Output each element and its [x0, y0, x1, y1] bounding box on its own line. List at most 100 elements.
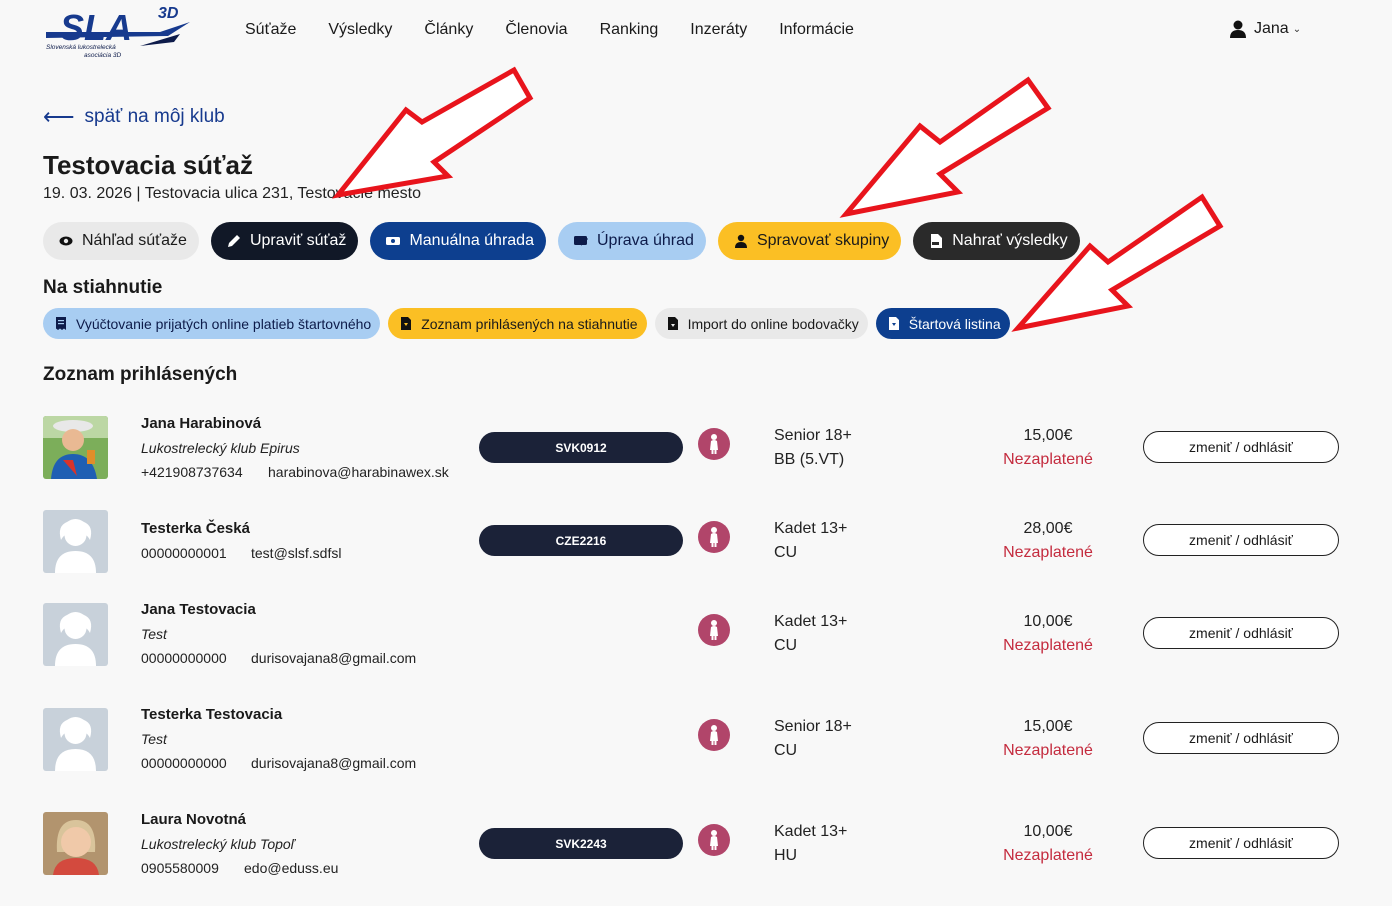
participant-fee: 10,00€ Nezaplatené	[960, 820, 1136, 868]
annotation-arrow	[1011, 193, 1224, 332]
female-icon	[698, 614, 730, 646]
manage-groups-button[interactable]: Spravovať skupiny	[717, 222, 902, 260]
billing-download-button[interactable]: Vyúčtovanie prijatých online platieb šta…	[43, 308, 381, 339]
registered-list-download-button[interactable]: Zoznam prihlásených na stiahnutie	[388, 308, 647, 339]
participant-category: Kadet 13+ CU	[774, 610, 847, 658]
bow-division: CU	[774, 544, 798, 561]
license-badge: SVK2243	[479, 828, 683, 859]
edit-payments-button[interactable]: Úprava úhrad	[557, 222, 706, 260]
participant-fee: 10,00€ Nezaplatené	[960, 610, 1136, 658]
file-download-icon	[401, 317, 412, 330]
logo-subtitle: Slovenská lukostrelecká asociácia 3D	[46, 44, 122, 59]
fee-amount: 28,00€	[1023, 520, 1073, 537]
age-category: Kadet 13+	[774, 613, 848, 630]
avatar	[43, 708, 108, 771]
age-category: Kadet 13+	[774, 823, 848, 840]
nav-info[interactable]: Informácie	[779, 20, 854, 40]
participant-name: Laura Novotná	[141, 811, 247, 828]
participant-club: Lukostrelecký klub Epirus	[141, 440, 300, 456]
sla-logo[interactable]: SLA 3D Slovenská lukostrelecká asociácia…	[40, 2, 200, 62]
avatar	[43, 812, 108, 875]
age-category: Senior 18+	[774, 427, 852, 444]
license-badge: CZE2216	[479, 525, 683, 556]
annotation-arrow	[331, 66, 534, 199]
upload-results-button[interactable]: Nahrať výsledky	[913, 222, 1080, 260]
nav-members[interactable]: Členovia	[505, 20, 567, 40]
participant-fee: 15,00€ Nezaplatené	[960, 715, 1136, 763]
bow-division: CU	[774, 637, 798, 654]
site-header: SLA 3D Slovenská lukostrelecká asociácia…	[0, 0, 1392, 62]
manual-payment-button[interactable]: Manuálna úhrada	[370, 222, 546, 260]
logo-3d: 3D	[158, 5, 179, 22]
age-category: Senior 18+	[774, 718, 852, 735]
participant-category: Kadet 13+ CU	[774, 517, 847, 565]
action-buttons: Náhľad súťaže Upraviť súťaž Manuálna úhr…	[43, 222, 1092, 260]
payment-status: Nezaplatené	[1003, 544, 1093, 561]
participant-fee: 28,00€ Nezaplatené	[960, 517, 1136, 565]
participant-phone: 00000000001	[141, 545, 227, 561]
nav-competitions[interactable]: Súťaže	[245, 20, 296, 40]
registered-heading: Zoznam prihlásených	[43, 364, 238, 385]
person-icon	[734, 234, 747, 248]
change-unregister-button[interactable]: zmeniť / odhlásiť	[1143, 617, 1339, 649]
participant-email: durisovajana8@gmail.com	[251, 650, 417, 666]
import-scoring-button[interactable]: Import do online bodovačky	[654, 308, 868, 339]
logo-text: SLA	[60, 7, 132, 48]
competition-subtitle: 19. 03. 2026 | Testovacia ulica 231, Tes…	[43, 185, 422, 202]
edit-competition-button[interactable]: Upraviť súťaž	[210, 222, 359, 260]
female-icon	[698, 824, 730, 856]
participant-category: Kadet 13+ HU	[774, 820, 847, 868]
nav-results[interactable]: Výsledky	[328, 20, 392, 40]
payment-status: Nezaplatené	[1003, 742, 1093, 759]
change-unregister-button[interactable]: zmeniť / odhlásiť	[1143, 524, 1339, 556]
change-unregister-button[interactable]: zmeniť / odhlásiť	[1143, 431, 1339, 463]
user-name: Jana	[1254, 20, 1289, 37]
participant-email: harabinova@harabinawex.sk	[268, 464, 449, 480]
eye-icon	[59, 236, 73, 246]
chevron-down-icon: ⌄	[1292, 23, 1302, 35]
bow-division: HU	[774, 847, 798, 864]
participant-category: Senior 18+ BB (5.VT)	[774, 424, 852, 472]
file-export-icon	[667, 317, 678, 330]
money-icon	[386, 237, 401, 245]
nav-ads[interactable]: Inzeráty	[690, 20, 747, 40]
page-title: Testovacia súťaž	[43, 150, 253, 180]
participant-club: Test	[141, 731, 167, 747]
participant-name: Jana Harabinová	[141, 415, 262, 432]
participant-email: test@slsf.sdfsl	[251, 545, 342, 561]
avatar	[43, 510, 108, 573]
back-link-label: späť na môj klub	[84, 106, 225, 127]
payment-status: Nezaplatené	[1003, 637, 1093, 654]
file-list-icon	[888, 317, 899, 330]
participant-club: Test	[141, 626, 167, 642]
participant-email: durisovajana8@gmail.com	[251, 755, 417, 771]
change-unregister-button[interactable]: zmeniť / odhlásiť	[1143, 722, 1339, 754]
download-buttons: Vyúčtovanie prijatých online platieb šta…	[43, 308, 1018, 339]
preview-competition-button[interactable]: Náhľad súťaže	[43, 222, 199, 260]
arrow-left-icon: ⟵	[43, 104, 75, 129]
bow-division: CU	[774, 742, 798, 759]
start-list-button[interactable]: Štartová listina	[875, 308, 1010, 339]
nav-ranking[interactable]: Ranking	[600, 20, 659, 40]
participant-phone: 00000000000	[141, 755, 227, 771]
participant-name: Testerka Testovacia	[141, 706, 283, 723]
nav-articles[interactable]: Články	[424, 20, 473, 40]
participant-club: Lukostrelecký klub Topoľ	[141, 836, 295, 852]
female-icon	[698, 428, 730, 460]
participant-fee: 15,00€ Nezaplatené	[960, 424, 1136, 472]
main-nav: Súťaže Výsledky Články Členovia Ranking …	[245, 20, 886, 40]
pdf-file-icon	[931, 234, 943, 248]
participant-phone: 0905580009	[141, 860, 219, 876]
participant-name: Testerka Česká	[141, 520, 250, 537]
age-category: Kadet 13+	[774, 520, 848, 537]
user-icon	[1230, 20, 1246, 38]
avatar	[43, 416, 108, 479]
user-menu[interactable]: Jana ⌄	[1230, 20, 1301, 38]
license-badge: SVK0912	[479, 432, 683, 463]
change-unregister-button[interactable]: zmeniť / odhlásiť	[1143, 827, 1339, 859]
participant-email: edo@eduss.eu	[244, 860, 339, 876]
card-edit-icon	[573, 236, 588, 246]
back-to-club-link[interactable]: ⟵ späť na môj klub	[43, 106, 225, 128]
downloads-heading: Na stiahnutie	[43, 277, 163, 298]
female-icon	[698, 521, 730, 553]
